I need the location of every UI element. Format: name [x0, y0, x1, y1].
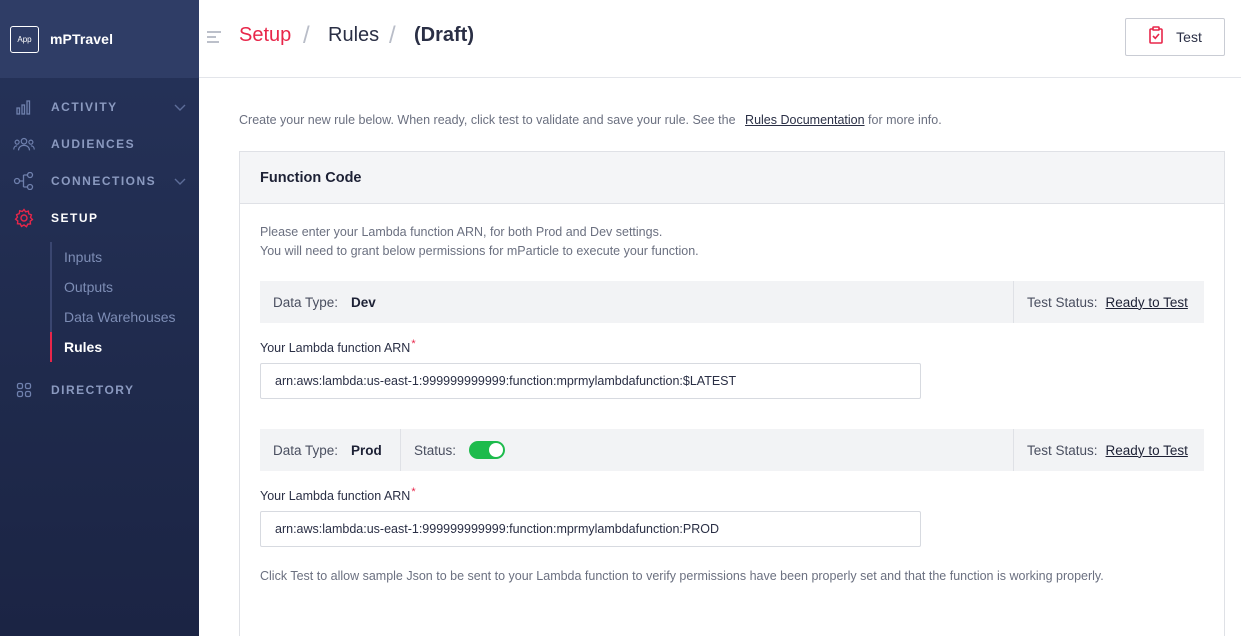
data-type-prod: Data Type: Prod	[260, 429, 400, 471]
toggle-knob	[489, 443, 504, 457]
prod-ready-to-test-link[interactable]: Ready to Test	[1106, 443, 1188, 458]
prod-arn-label: Your Lambda function ARN*	[260, 486, 416, 503]
required-marker: *	[411, 338, 416, 350]
data-type-value: Prod	[351, 442, 382, 458]
people-icon	[13, 135, 35, 153]
test-status-label: Test Status:	[1027, 294, 1098, 310]
nav-label: AUDIENCES	[51, 137, 136, 151]
nav-item-directory[interactable]: DIRECTORY	[0, 380, 199, 400]
prod-status-toggle[interactable]	[469, 441, 506, 459]
prod-test-status: Test Status: Ready to Test	[1013, 429, 1204, 471]
status-label: Status:	[414, 442, 457, 458]
breadcrumb-setup[interactable]: Setup	[239, 24, 291, 47]
test-button-label: Test	[1176, 29, 1202, 45]
top-bar: Setup / Rules / (Draft) Test	[199, 0, 1241, 78]
breadcrumb-separator: /	[303, 22, 310, 49]
panel-description-2: You will need to grant below permissions…	[260, 244, 699, 258]
grid-icon	[13, 381, 35, 399]
data-type-label: Data Type:	[273, 442, 339, 458]
subnav-item-data-warehouses[interactable]: Data Warehouses	[64, 309, 176, 325]
dev-arn-label: Your Lambda function ARN*	[260, 338, 416, 355]
connections-icon	[13, 172, 35, 190]
prod-status: Status:	[401, 429, 506, 471]
dev-ready-to-test-link[interactable]: Ready to Test	[1106, 295, 1188, 310]
breadcrumb-separator: /	[389, 22, 396, 49]
bar-chart-icon	[13, 98, 35, 116]
sidebar-header: App mPTravel	[0, 0, 199, 78]
function-code-panel: Function Code Please enter your Lambda f…	[239, 151, 1225, 636]
panel-title: Function Code	[260, 169, 362, 186]
rules-documentation-link[interactable]: Rules Documentation	[745, 113, 865, 127]
dev-test-status: Test Status: Ready to Test	[1013, 281, 1204, 323]
subnav-item-inputs[interactable]: Inputs	[64, 249, 102, 265]
prod-arn-input[interactable]	[260, 511, 921, 547]
intro-text: Create your new rule below. When ready, …	[239, 113, 942, 127]
nav-label: DIRECTORY	[51, 383, 135, 397]
chevron-down-icon[interactable]	[173, 102, 187, 112]
nav-label: ACTIVITY	[51, 100, 118, 114]
prod-data-type-bar: Data Type: Prod Status: Test Status: Rea…	[260, 429, 1204, 471]
intro-message: Create your new rule below. When ready, …	[239, 113, 736, 127]
test-status-label: Test Status:	[1027, 442, 1098, 458]
panel-description-1: Please enter your Lambda function ARN, f…	[260, 225, 663, 239]
subnav-item-rules[interactable]: Rules	[64, 339, 102, 355]
required-marker: *	[411, 486, 416, 498]
dev-data-type-bar: Data Type: Dev Test Status: Ready to Tes…	[260, 281, 1204, 323]
sidebar: App mPTravel ACTIVITY AUDIENCES CONNECTI…	[0, 0, 199, 636]
clipboard-check-icon	[1148, 25, 1164, 49]
app-badge[interactable]: App	[10, 25, 39, 53]
app-name[interactable]: mPTravel	[50, 31, 113, 47]
data-type-dev: Data Type: Dev	[260, 281, 376, 323]
data-type-value: Dev	[351, 294, 376, 310]
nav-item-audiences[interactable]: AUDIENCES	[0, 134, 199, 154]
intro-suffix: for more info.	[868, 113, 942, 127]
nav-item-connections[interactable]: CONNECTIONS	[0, 171, 199, 191]
breadcrumb-draft: (Draft)	[414, 24, 474, 46]
breadcrumb-rules[interactable]: Rules	[328, 24, 379, 47]
nav-label: CONNECTIONS	[51, 174, 157, 188]
gear-icon	[13, 208, 35, 228]
dev-arn-input[interactable]	[260, 363, 921, 399]
test-button[interactable]: Test	[1125, 18, 1225, 56]
field-label-text: Your Lambda function ARN	[260, 489, 411, 503]
collapse-menu-icon[interactable]	[206, 30, 222, 44]
subnav-active-indicator	[50, 332, 52, 362]
nav-item-setup[interactable]: SETUP	[0, 208, 199, 228]
subnav-item-outputs[interactable]: Outputs	[64, 279, 113, 295]
field-label-text: Your Lambda function ARN	[260, 341, 411, 355]
setup-subnav: Inputs Outputs Data Warehouses Rules	[50, 242, 199, 362]
chevron-down-icon[interactable]	[173, 176, 187, 186]
data-type-label: Data Type:	[273, 294, 339, 310]
nav-item-activity[interactable]: ACTIVITY	[0, 97, 199, 117]
panel-header: Function Code	[240, 152, 1224, 204]
nav-label: SETUP	[51, 211, 99, 225]
footnote: Click Test to allow sample Json to be se…	[260, 569, 1104, 583]
